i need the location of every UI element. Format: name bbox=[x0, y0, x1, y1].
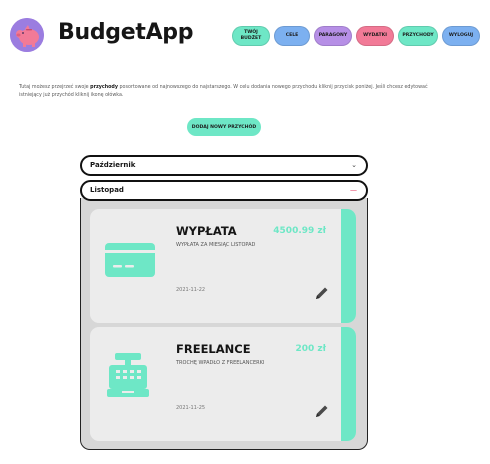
nav-incomes-button[interactable]: PRZYCHODY bbox=[398, 26, 438, 46]
income-description: WYPŁATA ZA MIESIĄC LISTOPAD bbox=[176, 242, 256, 248]
add-income-button[interactable]: DODAJ NOWY PRZYCHÓD bbox=[187, 118, 261, 136]
pencil-icon[interactable] bbox=[314, 285, 330, 305]
nav-logout-button[interactable]: WYLOGUJ bbox=[442, 26, 480, 46]
nav-receipts-button[interactable]: PARAGONY bbox=[314, 26, 352, 46]
month-name: Październik bbox=[90, 161, 136, 169]
income-amount: 4500.99 zł bbox=[273, 226, 326, 236]
main-nav: TWÓJ BUDŻET CELE PARAGONY WYDATKI PRZYCH… bbox=[232, 26, 480, 46]
month-row-october[interactable]: Październik ⌄ bbox=[80, 155, 368, 176]
income-card: WYPŁATA 4500.99 zł WYPŁATA ZA MIESIĄC LI… bbox=[90, 209, 356, 323]
intro-text: Tutaj możesz przejrzeć swoje przychody p… bbox=[19, 85, 428, 98]
chevron-down-icon[interactable]: ⌄ bbox=[351, 161, 357, 169]
credit-card-icon bbox=[105, 239, 155, 283]
cash-register-icon bbox=[107, 353, 149, 403]
intro-bold: przychody bbox=[90, 85, 118, 90]
income-card: FREELANCE 200 zł TROCHĘ WPADŁO Z FREELAN… bbox=[90, 327, 356, 441]
collapse-icon[interactable]: — bbox=[350, 186, 357, 194]
income-date: 2021-11-22 bbox=[176, 287, 206, 293]
income-title: WYPŁATA bbox=[176, 224, 237, 238]
card-accent bbox=[341, 327, 356, 441]
card-accent bbox=[341, 209, 356, 323]
piggy-bank-logo-icon bbox=[10, 18, 44, 52]
income-date: 2021-11-25 bbox=[176, 405, 206, 411]
app-title: BudgetApp bbox=[58, 20, 194, 45]
pencil-icon[interactable] bbox=[314, 403, 330, 423]
month-name: Listopad bbox=[90, 186, 124, 194]
nav-goals-button[interactable]: CELE bbox=[274, 26, 310, 46]
income-title: FREELANCE bbox=[176, 342, 251, 356]
nav-budget-button[interactable]: TWÓJ BUDŻET bbox=[232, 26, 270, 46]
income-description: TROCHĘ WPADŁO Z FREELANCERKI bbox=[176, 360, 265, 366]
month-row-november[interactable]: Listopad — bbox=[80, 180, 368, 201]
nav-expenses-button[interactable]: WYDATKI bbox=[356, 26, 394, 46]
income-amount: 200 zł bbox=[295, 344, 327, 354]
